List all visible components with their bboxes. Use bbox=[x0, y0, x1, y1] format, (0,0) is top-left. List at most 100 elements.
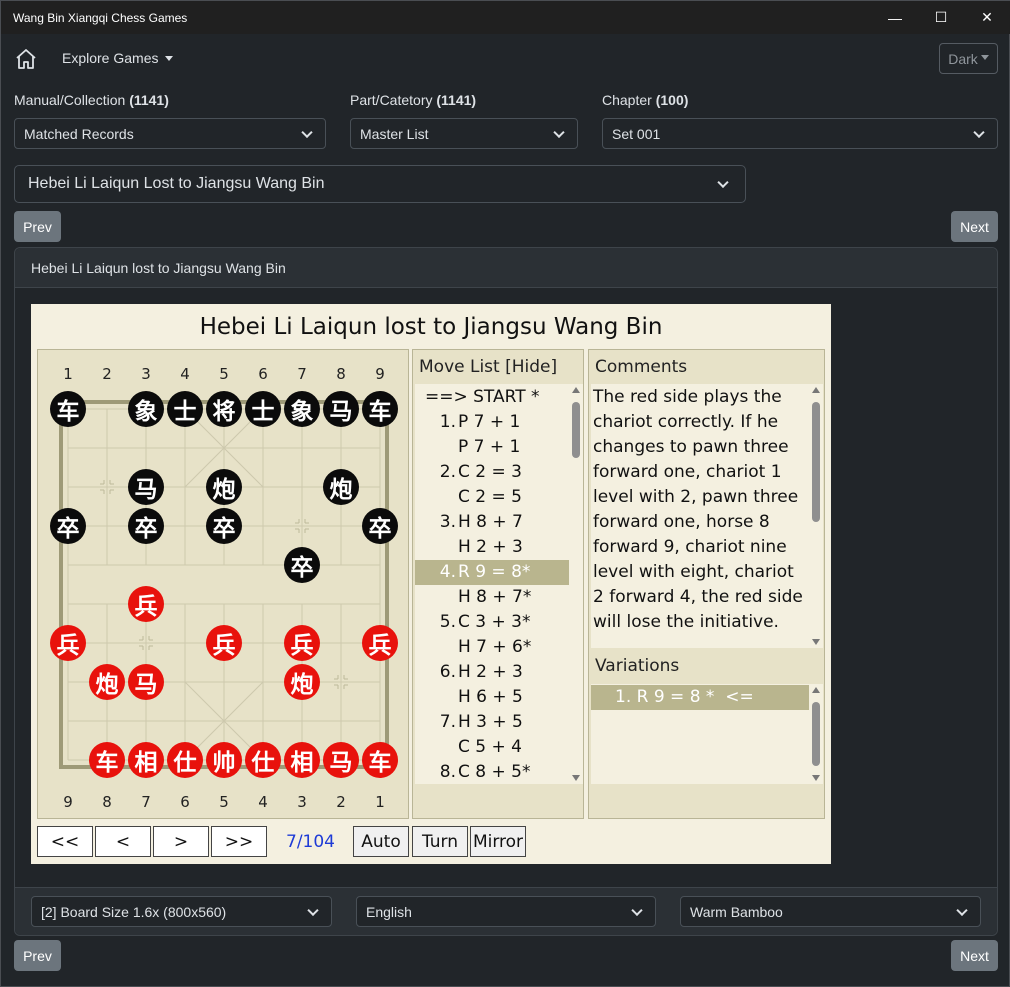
black-piece[interactable]: 车 bbox=[362, 391, 398, 427]
red-piece[interactable]: 兵 bbox=[206, 625, 242, 661]
black-piece[interactable]: 炮 bbox=[206, 469, 242, 505]
red-piece[interactable]: 马 bbox=[323, 742, 359, 778]
chevron-down-icon bbox=[301, 126, 313, 138]
theme-toggle-button[interactable]: Dark bbox=[939, 43, 998, 74]
black-piece[interactable]: 象 bbox=[128, 391, 164, 427]
move-list-start[interactable]: ==> START * bbox=[415, 385, 569, 410]
prev-button-bottom[interactable]: Prev bbox=[14, 940, 61, 971]
card-header-title: Hebei Li Laiqun lost to Jiangsu Wang Bin bbox=[31, 260, 286, 276]
move-list-item[interactable]: 4. R 9 = 8* bbox=[415, 560, 569, 585]
next-move-button[interactable]: > bbox=[153, 826, 209, 857]
black-piece[interactable]: 马 bbox=[128, 469, 164, 505]
black-piece[interactable]: 卒 bbox=[206, 508, 242, 544]
black-piece[interactable]: 士 bbox=[167, 391, 203, 427]
turn-board-button[interactable]: Turn bbox=[412, 826, 468, 857]
move-list-item[interactable]: C 5 + 4 bbox=[415, 735, 569, 760]
maximize-icon: ☐ bbox=[934, 9, 948, 25]
navbar: Explore Games Dark bbox=[1, 34, 1010, 82]
move-list-item[interactable]: C 2 = 5 bbox=[415, 485, 569, 510]
close-button[interactable]: ✕ bbox=[964, 1, 1010, 34]
minimize-button[interactable]: — bbox=[872, 1, 918, 34]
red-piece[interactable]: 车 bbox=[89, 742, 125, 778]
red-piece[interactable]: 炮 bbox=[284, 664, 320, 700]
variation-item[interactable]: 1. R 9 = 8 * <= bbox=[591, 685, 809, 710]
red-piece[interactable]: 兵 bbox=[362, 625, 398, 661]
move-list-item[interactable]: H 6 + 5 bbox=[415, 685, 569, 710]
red-piece[interactable]: 兵 bbox=[50, 625, 86, 661]
move-list-scrollbar[interactable] bbox=[569, 384, 583, 784]
red-piece[interactable]: 仕 bbox=[167, 742, 203, 778]
explore-games-menu[interactable]: Explore Games bbox=[62, 50, 174, 66]
next-button-bottom[interactable]: Next bbox=[951, 940, 998, 971]
scroll-down-icon bbox=[572, 775, 580, 781]
prev-button-top[interactable]: Prev bbox=[14, 211, 61, 242]
move-list-item[interactable]: 8. C 8 + 5* bbox=[415, 760, 569, 784]
move-list-item[interactable]: 1. P 7 + 1 bbox=[415, 410, 569, 435]
red-piece[interactable]: 帅 bbox=[206, 742, 242, 778]
scroll-thumb bbox=[812, 702, 820, 766]
move-list-item[interactable]: H 2 + 3 bbox=[415, 535, 569, 560]
black-piece[interactable]: 马 bbox=[323, 391, 359, 427]
board-theme-select[interactable]: Warm Bamboo bbox=[680, 896, 981, 927]
home-icon[interactable] bbox=[14, 47, 38, 71]
move-list-item[interactable]: 2. C 2 = 3 bbox=[415, 460, 569, 485]
move-list-item[interactable]: 5. C 3 + 3* bbox=[415, 610, 569, 635]
manual-collection-select[interactable]: Matched Records bbox=[14, 118, 326, 149]
black-piece[interactable]: 将 bbox=[206, 391, 242, 427]
next-button-top[interactable]: Next bbox=[951, 211, 998, 242]
black-piece[interactable]: 炮 bbox=[323, 469, 359, 505]
part-category-select[interactable]: Master List bbox=[350, 118, 578, 149]
last-move-button[interactable]: >> bbox=[211, 826, 267, 857]
file-label-top: 5 bbox=[219, 365, 229, 383]
file-label-bottom: 7 bbox=[141, 793, 151, 811]
move-list-item[interactable]: 7. H 3 + 5 bbox=[415, 710, 569, 735]
move-list-header[interactable]: Move List [Hide] bbox=[419, 357, 557, 377]
xiangqi-board[interactable]: 123456789 987654321 车象士将士象马车马炮炮卒卒卒卒卒兵兵兵兵… bbox=[37, 349, 409, 819]
file-label-top: 1 bbox=[63, 365, 73, 383]
black-piece[interactable]: 卒 bbox=[284, 547, 320, 583]
move-list-item[interactable]: P 7 + 1 bbox=[415, 435, 569, 460]
move-list-item[interactable]: H 8 + 7* bbox=[415, 585, 569, 610]
maximize-button[interactable]: ☐ bbox=[918, 1, 964, 34]
comments-scrollbar[interactable] bbox=[809, 384, 823, 648]
black-piece[interactable]: 卒 bbox=[362, 508, 398, 544]
comments-text: The red side plays the chariot correctly… bbox=[591, 384, 809, 648]
chevron-down-icon bbox=[717, 176, 729, 189]
move-list: ==> START * 1. P 7 + 1P 7 + 1 2. C 2 = 3C 2… bbox=[415, 384, 569, 784]
chevron-down-icon bbox=[973, 126, 985, 138]
move-counter: 7/104 bbox=[286, 832, 335, 852]
chevron-down-icon bbox=[956, 904, 968, 916]
red-piece[interactable]: 炮 bbox=[89, 664, 125, 700]
language-select[interactable]: English bbox=[356, 896, 656, 927]
chevron-down-icon bbox=[553, 126, 565, 138]
auto-play-button[interactable]: Auto bbox=[353, 826, 409, 857]
move-list-item[interactable]: H 7 + 6* bbox=[415, 635, 569, 660]
prev-move-button[interactable]: < bbox=[95, 826, 151, 857]
file-label-top: 7 bbox=[297, 365, 307, 383]
chapter-select[interactable]: Set 001 bbox=[602, 118, 998, 149]
file-label-bottom: 3 bbox=[297, 793, 307, 811]
black-piece[interactable]: 象 bbox=[284, 391, 320, 427]
red-piece[interactable]: 马 bbox=[128, 664, 164, 700]
red-piece[interactable]: 车 bbox=[362, 742, 398, 778]
comments-header: Comments bbox=[595, 357, 688, 377]
mirror-board-button[interactable]: Mirror bbox=[470, 826, 526, 857]
red-piece[interactable]: 仕 bbox=[245, 742, 281, 778]
red-piece[interactable]: 兵 bbox=[284, 625, 320, 661]
black-piece[interactable]: 士 bbox=[245, 391, 281, 427]
file-label-top: 6 bbox=[258, 365, 268, 383]
variations-scrollbar[interactable] bbox=[809, 684, 823, 784]
black-piece[interactable]: 卒 bbox=[50, 508, 86, 544]
red-piece[interactable]: 相 bbox=[284, 742, 320, 778]
move-list-item[interactable]: 6. H 2 + 3 bbox=[415, 660, 569, 685]
red-piece[interactable]: 兵 bbox=[128, 586, 164, 622]
board-size-select[interactable]: [2] Board Size 1.6x (800x560) bbox=[31, 896, 332, 927]
viewer-title: Hebei Li Laiqun lost to Jiangsu Wang Bin bbox=[199, 314, 663, 340]
first-move-button[interactable]: << bbox=[37, 826, 93, 857]
move-list-item[interactable]: 3. H 8 + 7 bbox=[415, 510, 569, 535]
black-piece[interactable]: 卒 bbox=[128, 508, 164, 544]
manual-collection-label: Manual/Collection (1141) bbox=[14, 92, 169, 108]
game-select[interactable]: Hebei Li Laiqun Lost to Jiangsu Wang Bin bbox=[14, 165, 746, 203]
red-piece[interactable]: 相 bbox=[128, 742, 164, 778]
black-piece[interactable]: 车 bbox=[50, 391, 86, 427]
